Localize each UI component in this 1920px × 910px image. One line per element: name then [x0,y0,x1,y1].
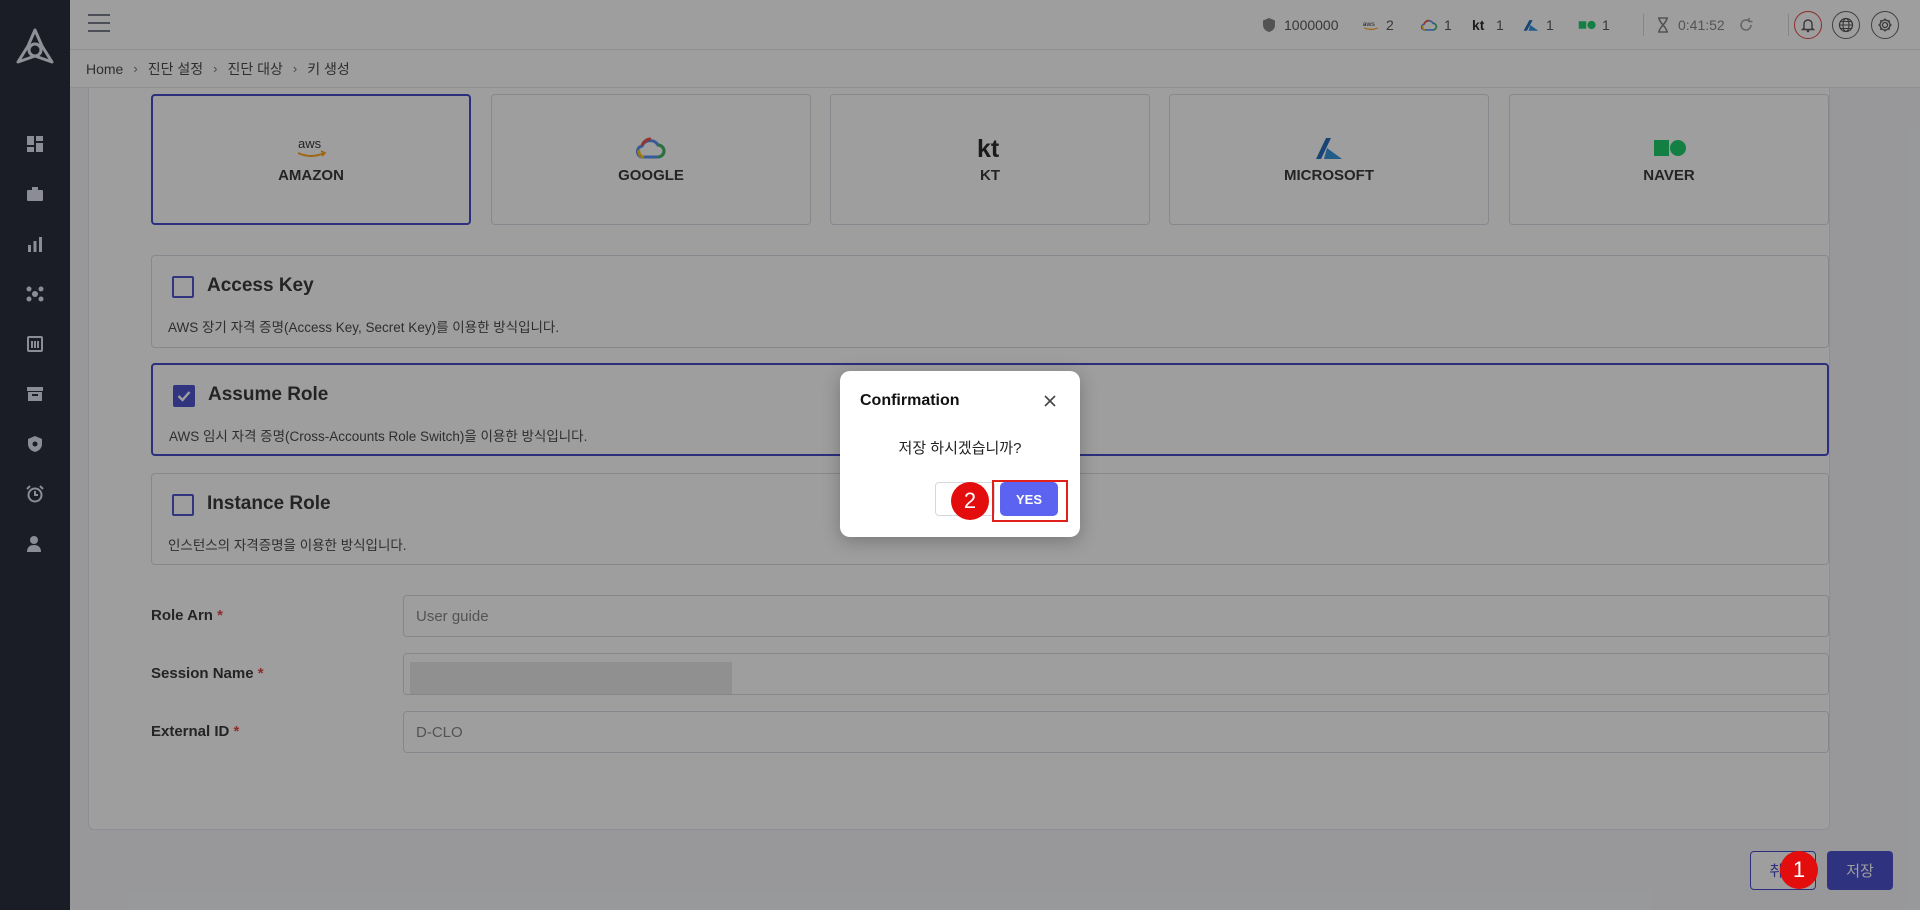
close-icon[interactable] [1040,391,1060,411]
step-marker-1: 1 [1780,851,1818,889]
dialog-title: Confirmation [860,392,960,409]
step-marker-2: 2 [951,482,989,520]
highlight-box [992,480,1068,522]
dialog-message: 저장 하시겠습니까? [898,440,1022,457]
